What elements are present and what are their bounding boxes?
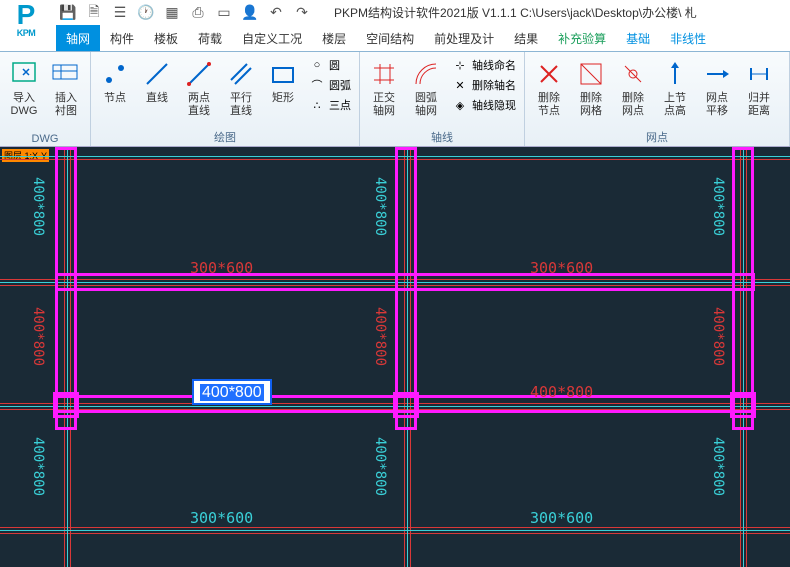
arc-button[interactable]: ⌒圆弧 xyxy=(307,76,353,94)
axis-hide-button[interactable]: ◈轴线隐现 xyxy=(450,96,518,114)
dimension-edit-input[interactable]: 400*800 xyxy=(192,379,272,405)
dim-v4: 400*800 xyxy=(30,437,46,496)
import-dwg-icon xyxy=(8,58,40,90)
two-point-line-button[interactable]: 两点 直线 xyxy=(181,56,217,120)
dim-v6: 400*800 xyxy=(710,437,726,496)
dim-v3: 400*800 xyxy=(710,177,726,236)
circle-icon: ○ xyxy=(309,57,325,73)
parallel-line-button[interactable]: 平行 直线 xyxy=(223,56,259,120)
menu-result[interactable]: 结果 xyxy=(504,25,548,51)
menu-supplement[interactable]: 补充验算 xyxy=(548,25,616,51)
page-icon[interactable]: ▭ xyxy=(216,5,232,21)
layers-icon[interactable]: ☰ xyxy=(112,5,128,21)
clock-icon[interactable]: 🕐 xyxy=(138,5,154,21)
rect-icon xyxy=(267,58,299,90)
dim-v5: 400*800 xyxy=(372,437,388,496)
return-dist-icon xyxy=(743,58,775,90)
arc-axis-button[interactable]: 圆弧 轴网 xyxy=(408,56,444,120)
menu-custom[interactable]: 自定义工况 xyxy=(232,25,312,51)
dim-h1: 300*600 xyxy=(190,259,253,277)
ribbon-group-axis: 正交 轴网 圆弧 轴网 ⊹轴线命名 ✕删除轴名 ◈轴线隐现 轴线 xyxy=(360,52,525,146)
point-shift-button[interactable]: 网点 平移 xyxy=(699,56,735,120)
del-point-icon xyxy=(617,58,649,90)
del-axis-name-button[interactable]: ✕删除轴名 xyxy=(450,76,518,94)
menu-preprocess[interactable]: 前处理及计 xyxy=(424,25,504,51)
ribbon-group-draw: 节点 直线 两点 直线 平行 直线 矩形 ○圆 ⌒圆弧 ∴三点 绘图 xyxy=(91,52,360,146)
title-bar: P KPM 💾 🗎 ☰ 🕐 ▦ ⎙ ▭ 👤 ↶ ↷ PKPM结构设计软件2021… xyxy=(0,0,790,25)
del-node-icon xyxy=(533,58,565,90)
rect-button[interactable]: 矩形 xyxy=(265,56,301,107)
menu-load[interactable]: 荷载 xyxy=(188,25,232,51)
axis-name-icon: ⊹ xyxy=(452,57,468,73)
dim-v1: 400*800 xyxy=(30,177,46,236)
node-height-icon xyxy=(659,58,691,90)
three-point-button[interactable]: ∴三点 xyxy=(307,96,353,114)
three-point-icon: ∴ xyxy=(309,97,325,113)
parallel-icon xyxy=(225,58,257,90)
dim-h2: 300*600 xyxy=(530,259,593,277)
node-icon xyxy=(99,58,131,90)
import-dwg-button[interactable]: 导入 DWG xyxy=(6,56,42,120)
dim-vr1: 400*800 xyxy=(30,307,46,366)
dim-v2: 400*800 xyxy=(372,177,388,236)
arc-icon: ⌒ xyxy=(309,77,325,93)
return-dist-button[interactable]: 归并 距离 xyxy=(741,56,777,120)
drawing-canvas[interactable]: 图层 1:X-Y 400*800 400*800 400*800 400*800… xyxy=(0,147,790,567)
grid-icon[interactable]: ▦ xyxy=(164,5,180,21)
menu-slab[interactable]: 楼板 xyxy=(144,25,188,51)
ortho-axis-icon xyxy=(368,58,400,90)
user-icon[interactable]: 👤 xyxy=(242,5,258,21)
arc-axis-icon xyxy=(410,58,442,90)
dim-h4: 300*600 xyxy=(190,509,253,527)
print-icon[interactable]: ⎙ xyxy=(190,5,206,21)
dim-vr2: 400*800 xyxy=(372,307,388,366)
insert-liner-icon xyxy=(50,58,82,90)
group-label-axis: 轴线 xyxy=(366,128,518,146)
menu-space[interactable]: 空间结构 xyxy=(356,25,424,51)
del-node-button[interactable]: 删除 节点 xyxy=(531,56,567,120)
menu-foundation[interactable]: 基础 xyxy=(616,25,660,51)
dim-vr3: 400*800 xyxy=(710,307,726,366)
menu-member[interactable]: 构件 xyxy=(100,25,144,51)
del-grid-button[interactable]: 删除 网格 xyxy=(573,56,609,120)
line-icon xyxy=(141,58,173,90)
window-title: PKPM结构设计软件2021版 V1.1.1 C:\Users\jack\Des… xyxy=(334,4,697,21)
node-button[interactable]: 节点 xyxy=(97,56,133,107)
ribbon: 导入 DWG 插入 衬图 DWG 节点 直线 两点 直线 平行 直线 矩形 ○圆… xyxy=(0,52,790,147)
group-label-draw: 绘图 xyxy=(97,128,353,146)
circle-button[interactable]: ○圆 xyxy=(307,56,353,74)
menu-floor[interactable]: 楼层 xyxy=(312,25,356,51)
menu-axis[interactable]: 轴网 xyxy=(56,25,100,51)
axis-name-button[interactable]: ⊹轴线命名 xyxy=(450,56,518,74)
ortho-axis-button[interactable]: 正交 轴网 xyxy=(366,56,402,120)
insert-liner-button[interactable]: 插入 衬图 xyxy=(48,56,84,120)
del-axis-name-icon: ✕ xyxy=(452,77,468,93)
app-logo: P KPM xyxy=(2,2,50,47)
axis-hide-icon: ◈ xyxy=(452,97,468,113)
file-icon[interactable]: 🗎 xyxy=(86,5,102,21)
undo-icon[interactable]: ↶ xyxy=(268,5,284,21)
group-label-point: 网点 xyxy=(531,128,783,146)
node-height-button[interactable]: 上节 点高 xyxy=(657,56,693,120)
menu-nonlinear[interactable]: 非线性 xyxy=(660,25,716,51)
ribbon-group-point: 删除 节点 删除 网格 删除 网点 上节 点高 网点 平移 归并 距离 网点 xyxy=(525,52,790,146)
point-shift-icon xyxy=(701,58,733,90)
del-point-button[interactable]: 删除 网点 xyxy=(615,56,651,120)
redo-icon[interactable]: ↷ xyxy=(294,5,310,21)
group-label-dwg: DWG xyxy=(6,132,84,146)
two-point-icon xyxy=(183,58,215,90)
dim-h3: 400*800 xyxy=(530,383,593,401)
dim-h5: 300*600 xyxy=(530,509,593,527)
line-button[interactable]: 直线 xyxy=(139,56,175,107)
del-grid-icon xyxy=(575,58,607,90)
menu-bar: 轴网 构件 楼板 荷载 自定义工况 楼层 空间结构 前处理及计 结果 补充验算 … xyxy=(0,25,790,52)
ribbon-group-dwg: 导入 DWG 插入 衬图 DWG xyxy=(0,52,91,146)
save-icon[interactable]: 💾 xyxy=(60,5,76,21)
